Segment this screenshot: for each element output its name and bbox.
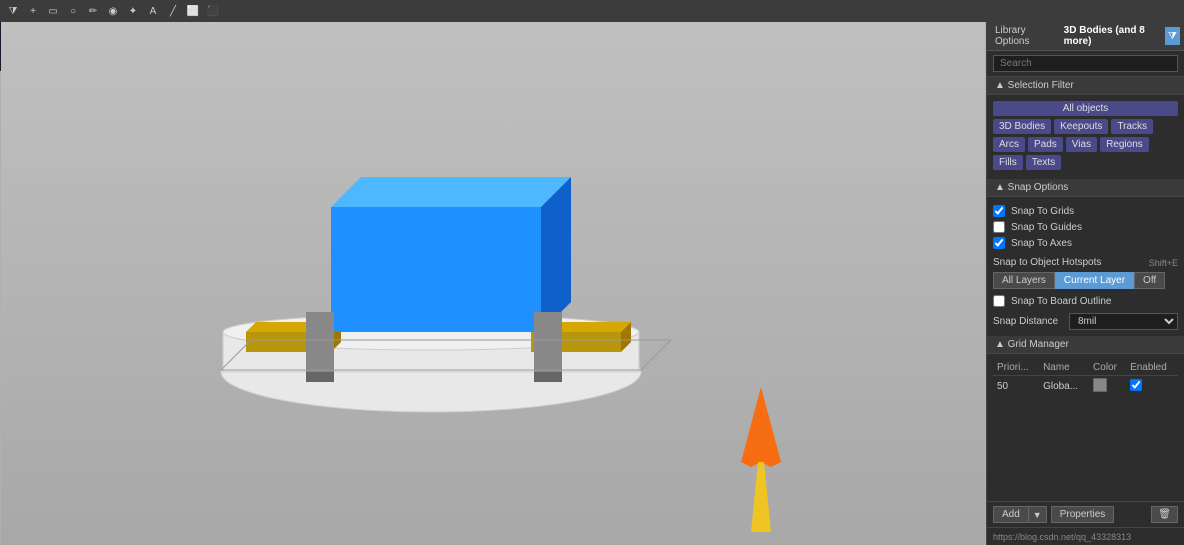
url-text: https://blog.csdn.net/qq_43328313 bbox=[993, 532, 1131, 542]
snap-board-outline-checkbox[interactable] bbox=[993, 295, 1005, 307]
snap-distance-select[interactable]: 1mil 2mil 4mil 5mil 8mil 10mil 20mil bbox=[1069, 313, 1178, 330]
hotspot-shortcut: Shift+E bbox=[1149, 258, 1178, 268]
selection-filter-title: ▲ Selection Filter bbox=[995, 80, 1074, 91]
hotspots-label: Snap to Object Hotspots bbox=[993, 257, 1145, 268]
selection-filter-header[interactable]: ▲ Selection Filter bbox=[987, 77, 1184, 95]
grid-color-swatch[interactable] bbox=[1093, 378, 1107, 392]
snap-to-grids-label: Snap To Grids bbox=[1011, 206, 1074, 217]
col-enabled: Enabled bbox=[1126, 360, 1178, 376]
tracks-button[interactable]: Tracks bbox=[1111, 119, 1153, 134]
add-icon[interactable]: + bbox=[24, 2, 42, 20]
keepouts-button[interactable]: Keepouts bbox=[1054, 119, 1108, 134]
snap-distance-label: Snap Distance bbox=[993, 316, 1063, 327]
grid-color-cell bbox=[1089, 376, 1126, 398]
selection-filter-section: ▲ Selection Filter All objects 3D Bodies… bbox=[987, 77, 1184, 179]
snap-options-title: ▲ Snap Options bbox=[995, 182, 1068, 193]
snap-distance-row: Snap Distance 1mil 2mil 4mil 5mil 8mil 1… bbox=[993, 313, 1178, 330]
delete-button[interactable]: 🗑 bbox=[1151, 506, 1178, 523]
pencil-icon[interactable]: ✏ bbox=[84, 2, 102, 20]
selection-filter-body: All objects 3D Bodies Keepouts Tracks Ar… bbox=[987, 95, 1184, 179]
3d-scene bbox=[0, 22, 986, 545]
rect-filled-icon[interactable]: ⬛ bbox=[204, 2, 222, 20]
add-btn-group: Add ▼ bbox=[993, 506, 1047, 523]
snap-board-outline-label: Snap To Board Outline bbox=[1011, 296, 1111, 307]
properties-button[interactable]: Properties bbox=[1051, 506, 1115, 523]
grid-table-header: Priori... Name Color Enabled bbox=[993, 360, 1178, 376]
snap-to-grids-checkbox[interactable] bbox=[993, 205, 1005, 217]
snap-options-section: ▲ Snap Options Snap To Grids Snap To Gui… bbox=[987, 179, 1184, 336]
snap-to-guides-label: Snap To Guides bbox=[1011, 222, 1082, 233]
filter-row-3: Fills Texts bbox=[993, 155, 1178, 170]
snap-to-guides-checkbox[interactable] bbox=[993, 221, 1005, 233]
all-objects-button[interactable]: All objects bbox=[993, 101, 1178, 116]
hotspot-row: Snap to Object Hotspots Shift+E bbox=[993, 257, 1178, 268]
tab-library-options[interactable]: Library Options bbox=[991, 24, 1056, 48]
url-bar: https://blog.csdn.net/qq_43328313 bbox=[987, 527, 1184, 545]
all-layers-btn[interactable]: All Layers bbox=[993, 272, 1055, 289]
filter-row-2: Arcs Pads Vias Regions bbox=[993, 137, 1178, 152]
search-input[interactable] bbox=[993, 55, 1178, 72]
snap-to-grids-row: Snap To Grids bbox=[993, 203, 1178, 219]
texts-button[interactable]: Texts bbox=[1026, 155, 1061, 170]
fills-button[interactable]: Fills bbox=[993, 155, 1023, 170]
pads-button[interactable]: Pads bbox=[1028, 137, 1063, 152]
col-color: Color bbox=[1089, 360, 1126, 376]
snap-btn-group: All Layers Current Layer Off bbox=[993, 272, 1178, 289]
snap-to-axes-label: Snap To Axes bbox=[1011, 238, 1072, 249]
panel-filter-button[interactable]: ⧩ bbox=[1165, 27, 1180, 45]
grid-name: Globa... bbox=[1039, 376, 1089, 398]
add-button[interactable]: Add bbox=[993, 506, 1029, 523]
col-priority: Priori... bbox=[993, 360, 1039, 376]
panel-spacer bbox=[987, 403, 1184, 501]
regions-button[interactable]: Regions bbox=[1100, 137, 1149, 152]
add-dropdown-button[interactable]: ▼ bbox=[1029, 506, 1047, 523]
circle-icon[interactable]: ◉ bbox=[104, 2, 122, 20]
grid-manager-body: Priori... Name Color Enabled 50 Globa... bbox=[987, 354, 1184, 403]
grid-manager-title: ▲ Grid Manager bbox=[995, 339, 1069, 350]
filter-row-1: 3D Bodies Keepouts Tracks bbox=[993, 119, 1178, 134]
panel-tabs: Library Options 3D Bodies (and 8 more) ⧩ bbox=[987, 22, 1184, 51]
grid-manager-section: ▲ Grid Manager Priori... Name Color Enab… bbox=[987, 336, 1184, 403]
rect-outline-icon[interactable]: ⬜ bbox=[184, 2, 202, 20]
rect-select-icon[interactable]: ▭ bbox=[44, 2, 62, 20]
main-toolbar: ⧩ + ▭ ○ ✏ ◉ ✦ A ╱ ⬜ ⬛ bbox=[0, 0, 1184, 22]
off-btn[interactable]: Off bbox=[1134, 272, 1165, 289]
circle-select-icon[interactable]: ○ bbox=[64, 2, 82, 20]
filter-icon[interactable]: ⧩ bbox=[4, 2, 22, 20]
3d-bodies-button[interactable]: 3D Bodies bbox=[993, 119, 1051, 134]
snap-to-guides-row: Snap To Guides bbox=[993, 219, 1178, 235]
grid-priority: 50 bbox=[993, 376, 1039, 398]
line-icon[interactable]: ╱ bbox=[164, 2, 182, 20]
snap-to-axes-row: Snap To Axes bbox=[993, 235, 1178, 251]
all-objects-row: All objects bbox=[993, 101, 1178, 116]
grid-manager-header[interactable]: ▲ Grid Manager bbox=[987, 336, 1184, 354]
arcs-button[interactable]: Arcs bbox=[993, 137, 1025, 152]
main-area: x: 55.000 dx: 60.000 mil y: -115.000 dy:… bbox=[0, 22, 1184, 545]
snap-to-axes-checkbox[interactable] bbox=[993, 237, 1005, 249]
search-container bbox=[987, 51, 1184, 77]
snap-board-outline-row: Snap To Board Outline bbox=[993, 293, 1178, 309]
canvas-area[interactable]: x: 55.000 dx: 60.000 mil y: -115.000 dy:… bbox=[0, 22, 986, 545]
current-layer-btn[interactable]: Current Layer bbox=[1055, 272, 1134, 289]
col-name: Name bbox=[1039, 360, 1089, 376]
text-icon[interactable]: A bbox=[144, 2, 162, 20]
right-panel: Library Options 3D Bodies (and 8 more) ⧩… bbox=[986, 22, 1184, 545]
star-icon[interactable]: ✦ bbox=[124, 2, 142, 20]
vias-button[interactable]: Vias bbox=[1066, 137, 1097, 152]
tab-3d-bodies[interactable]: 3D Bodies (and 8 more) bbox=[1060, 24, 1161, 48]
snap-options-body: Snap To Grids Snap To Guides Snap To Axe… bbox=[987, 197, 1184, 336]
grid-enabled-checkbox[interactable] bbox=[1130, 379, 1142, 391]
snap-options-header[interactable]: ▲ Snap Options bbox=[987, 179, 1184, 197]
grid-enabled-cell bbox=[1126, 376, 1178, 398]
panel-bottom: Add ▼ Properties 🗑 bbox=[987, 501, 1184, 527]
grid-table: Priori... Name Color Enabled 50 Globa... bbox=[993, 360, 1178, 397]
grid-row: 50 Globa... bbox=[993, 376, 1178, 398]
